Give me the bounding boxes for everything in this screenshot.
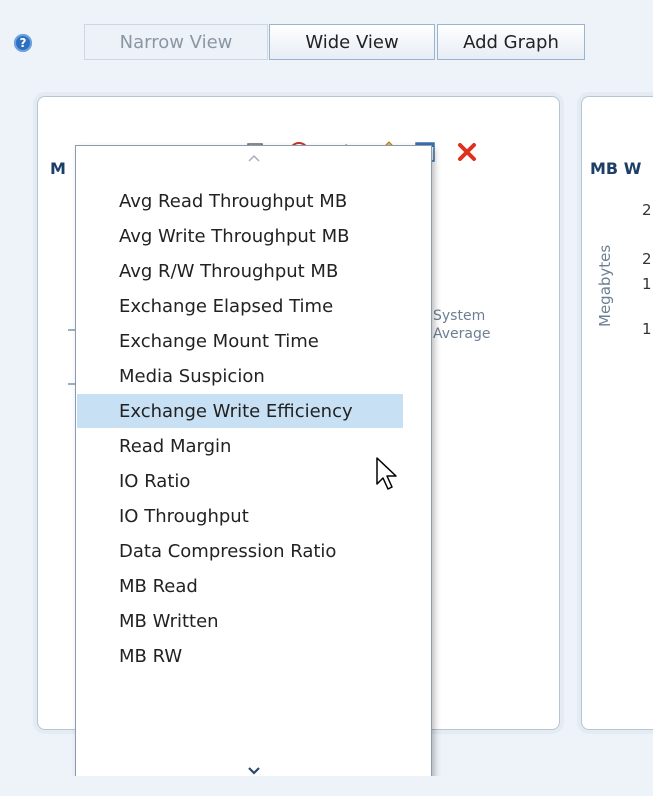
wide-view-button[interactable]: Wide View [269, 24, 435, 60]
menu-item[interactable]: Data Compression Ratio [77, 534, 403, 568]
graph-panel-right: MB W Megabytes 2 2 1 1 [581, 96, 653, 730]
y-tick: 2 [642, 201, 652, 219]
legend-system-average: System Average [433, 307, 491, 343]
legend-line: Average [433, 326, 491, 342]
menu-item-selected[interactable]: Exchange Write Efficiency [77, 394, 403, 428]
menu-item[interactable]: IO Throughput [77, 499, 403, 533]
y-tick: 1 [642, 275, 652, 293]
menu-item[interactable]: IO Ratio [77, 464, 403, 498]
menu-item[interactable]: MB RW [77, 639, 403, 673]
y-tick: 2 [642, 250, 652, 268]
legend-line: System [433, 308, 486, 324]
menu-item[interactable]: MB Written [77, 604, 403, 638]
menu-item[interactable]: MB Read [77, 569, 403, 603]
menu-item[interactable]: Media Suspicion [77, 359, 403, 393]
menu-item[interactable]: Avg Read Throughput MB [77, 184, 403, 218]
menu-item[interactable]: Read Margin [77, 429, 403, 463]
menu-item[interactable]: Exchange Mount Time [77, 324, 403, 358]
mouse-pointer-icon [376, 457, 397, 490]
menu-item[interactable]: Avg R/W Throughput MB [77, 254, 403, 288]
bottom-strip [0, 776, 653, 796]
panel-title: M [50, 159, 66, 178]
delete-icon[interactable] [453, 138, 481, 166]
panel-title: MB W [590, 159, 642, 178]
narrow-view-button[interactable]: Narrow View [84, 24, 268, 60]
scroll-up-icon[interactable] [76, 152, 431, 172]
help-icon[interactable]: ? [14, 34, 32, 52]
y-axis-label: Megabytes [596, 244, 614, 327]
menu-item[interactable]: Avg Write Throughput MB [77, 219, 403, 253]
menu-item[interactable]: Exchange Elapsed Time [77, 289, 403, 323]
y-tick: 1 [642, 320, 652, 338]
add-graph-button[interactable]: Add Graph [437, 24, 585, 60]
